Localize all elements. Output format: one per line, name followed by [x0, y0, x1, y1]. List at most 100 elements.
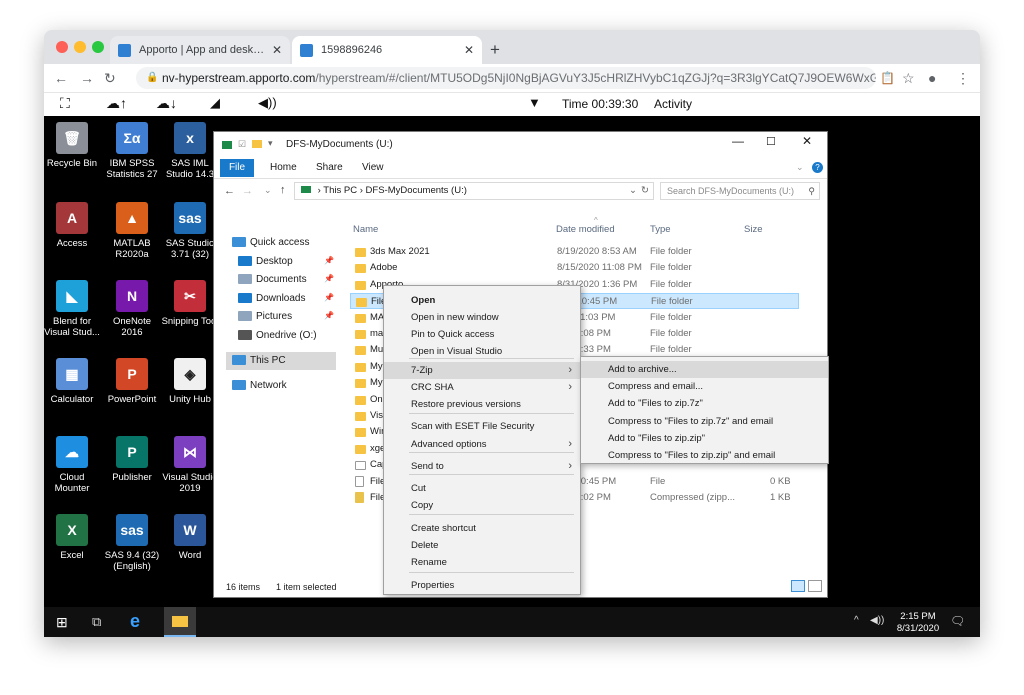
tab-close-icon[interactable]: ✕ — [272, 43, 282, 57]
clock-time[interactable]: 2:15 PM — [896, 611, 940, 622]
desktop-icon-publisher[interactable]: P Publisher — [102, 436, 162, 483]
column-header-size[interactable]: Size — [744, 224, 762, 235]
submenu-item-compress-and-email[interactable]: Compress and email... — [581, 378, 828, 395]
large-icons-view-icon[interactable] — [808, 580, 822, 592]
activity-label[interactable]: Activity — [654, 97, 692, 111]
address-dropdown-icon[interactable]: ⌄ — [629, 183, 637, 199]
internet-explorer-icon[interactable]: e — [130, 611, 140, 632]
breadcrumb-current[interactable]: DFS-MyDocuments (U:) — [366, 185, 467, 196]
browser-tab-active[interactable]: 1598896246 ✕ — [292, 36, 482, 64]
nav-item-quick-access[interactable]: Quick access — [232, 234, 309, 252]
up-arrow-icon[interactable]: ↑ — [280, 184, 286, 196]
nav-item-network[interactable]: Network — [232, 377, 287, 395]
context-menu-item-rename[interactable]: Rename — [384, 554, 580, 571]
clock-date[interactable]: 8/31/2020 — [892, 623, 944, 634]
desktop-icon-access[interactable]: A Access — [44, 202, 102, 249]
windows-start-icon[interactable]: ⊞ — [56, 614, 68, 631]
task-view-icon[interactable]: ⧉ — [92, 614, 101, 630]
submenu-item-add-to-files-to-zip-7z[interactable]: Add to "Files to zip.7z" — [581, 395, 828, 412]
context-menu-item-restore-previous-versions[interactable]: Restore previous versions — [384, 396, 580, 413]
nav-item-desktop[interactable]: Desktop — [238, 253, 293, 271]
breadcrumb-root[interactable]: This PC — [323, 185, 357, 196]
desktop-icon-sas-studio-3-71-32[interactable]: sas SAS Studio 3.71 (32) — [160, 202, 220, 260]
context-menu-item-send-to[interactable]: Send to › — [384, 458, 580, 475]
minimize-icon[interactable]: — — [732, 134, 744, 148]
desktop-icon-powerpoint[interactable]: P PowerPoint — [102, 358, 162, 405]
submenu-item-compress-to-files-to-zip-7z-and-email[interactable]: Compress to "Files to zip.7z" and email — [581, 413, 828, 430]
submenu-item-add-to-archive[interactable]: Add to archive... — [581, 361, 828, 378]
address-bar[interactable]: 🔒 nv-hyperstream.apporto.com/hyperstream… — [136, 67, 876, 89]
profile-avatar-icon[interactable]: ● — [928, 69, 936, 87]
forward-icon[interactable]: → — [242, 185, 253, 197]
nav-item-downloads[interactable]: Downloads — [238, 290, 305, 308]
maximize-icon[interactable]: ☐ — [766, 135, 776, 148]
context-menu-item-scan-with-eset-file-security[interactable]: Scan with ESET File Security — [384, 418, 580, 435]
desktop-icon-sas-9-4-32-english[interactable]: sas SAS 9.4 (32) (English) — [102, 514, 162, 572]
context-menu-item-cut[interactable]: Cut — [384, 480, 580, 497]
clipboard-icon[interactable]: 📋 — [880, 69, 895, 87]
tray-chevron-icon[interactable]: ^ — [854, 615, 859, 626]
zoom-window-button[interactable] — [92, 41, 104, 53]
submenu-item-compress-to-files-to-zip-zip-and-email[interactable]: Compress to "Files to zip.zip" and email — [581, 447, 828, 464]
ribbon-tab-share[interactable]: Share — [310, 159, 349, 177]
ribbon-tab-file[interactable]: File — [220, 159, 254, 177]
context-menu-item-create-shortcut[interactable]: Create shortcut — [384, 520, 580, 537]
context-menu-item-copy[interactable]: Copy — [384, 497, 580, 514]
desktop-icon-onenote-2016[interactable]: N OneNote 2016 — [102, 280, 162, 338]
new-folder-icon[interactable] — [252, 140, 262, 148]
nav-item-onedrive-o[interactable]: Onedrive (O:) — [238, 327, 317, 345]
browser-tab-apporto[interactable]: Apporto | App and desktop streaming ✕ — [110, 36, 290, 64]
ribbon-tab-view[interactable]: View — [356, 159, 390, 177]
search-box[interactable]: Search DFS-MyDocuments (U:) ⚲ — [660, 182, 820, 200]
context-menu-item-crc-sha[interactable]: CRC SHA › — [384, 379, 580, 396]
file-row[interactable]: Adobe 8/15/2020 11:08 PM File folder — [350, 260, 799, 276]
desktop-icon-snipping-tool[interactable]: ✂ Snipping Tool — [160, 280, 220, 327]
reload-icon[interactable]: ↻ — [104, 69, 116, 87]
desktop-icon-cloud-mounter[interactable]: ☁ Cloud Mounter — [44, 436, 102, 494]
desktop-icon-calculator[interactable]: ▦ Calculator — [44, 358, 102, 405]
desktop-icon-blend-for-visual-stud[interactable]: ◣ Blend for Visual Stud... — [44, 280, 102, 338]
volume-icon[interactable]: ◀)) — [870, 615, 884, 626]
properties-icon[interactable]: ☑ — [238, 139, 246, 150]
desktop-icon-ibm-spss-statistics-27[interactable]: Σα IBM SPSS Statistics 27 — [102, 122, 162, 180]
back-icon[interactable]: ← — [224, 185, 235, 197]
help-icon[interactable]: ? — [812, 162, 823, 173]
column-header-type[interactable]: Type — [650, 224, 671, 235]
desktop-icon-matlab-r2020a[interactable]: ▲ MATLAB R2020a — [102, 202, 162, 260]
speaker-icon[interactable]: ◀)) — [258, 95, 277, 111]
details-view-icon[interactable] — [791, 580, 805, 592]
new-tab-button[interactable]: + — [490, 40, 500, 60]
desktop-icon-excel[interactable]: X Excel — [44, 514, 102, 561]
nav-item-pictures[interactable]: Pictures — [238, 308, 292, 326]
forward-arrow-icon[interactable]: → — [80, 69, 94, 87]
qat-dropdown-icon[interactable]: ▾ — [268, 138, 273, 149]
desktop-icon-sas-iml-studio-14-3[interactable]: x SAS IML Studio 14.3 — [160, 122, 220, 180]
tab-close-icon[interactable]: ✕ — [464, 43, 474, 57]
expand-ribbon-icon[interactable]: ⌄ — [796, 162, 804, 173]
address-breadcrumb[interactable]: › This PC › DFS-MyDocuments (U:) ⌄ ↻ — [294, 182, 654, 200]
minimize-window-button[interactable] — [74, 41, 86, 53]
recent-dropdown-icon[interactable]: ⌄ — [264, 185, 272, 196]
ribbon-tab-home[interactable]: Home — [264, 159, 303, 177]
menu-kebab-icon[interactable]: ⋮ — [956, 69, 970, 87]
desktop-icon-word[interactable]: W Word — [160, 514, 220, 561]
context-menu-item-7-zip[interactable]: 7-Zip › — [384, 362, 580, 379]
bookmark-star-icon[interactable]: ☆ — [902, 69, 915, 87]
context-menu-item-open-in-new-window[interactable]: Open in new window — [384, 309, 580, 326]
column-header-date[interactable]: Date modified — [556, 224, 615, 235]
column-header-name[interactable]: Name — [353, 224, 378, 235]
refresh-icon[interactable]: ↻ — [641, 183, 649, 199]
network-signal-icon[interactable]: ◢ — [210, 95, 220, 111]
context-menu-item-pin-to-quick-access[interactable]: Pin to Quick access — [384, 326, 580, 343]
close-icon[interactable]: ✕ — [802, 134, 812, 148]
desktop-icon-unity-hub[interactable]: ◈ Unity Hub — [160, 358, 220, 405]
context-menu-item-delete[interactable]: Delete — [384, 537, 580, 554]
taskbar-explorer-button[interactable] — [164, 607, 196, 637]
close-window-button[interactable] — [56, 41, 68, 53]
context-menu-item-advanced-options[interactable]: Advanced options › — [384, 436, 580, 453]
fullscreen-icon[interactable]: ⛶ — [60, 95, 70, 112]
notifications-icon[interactable]: 🗨 — [950, 614, 965, 628]
upload-cloud-icon[interactable]: ☁↑ — [106, 95, 127, 112]
back-arrow-icon[interactable]: ← — [54, 69, 68, 87]
context-menu-item-open[interactable]: Open — [384, 292, 580, 309]
